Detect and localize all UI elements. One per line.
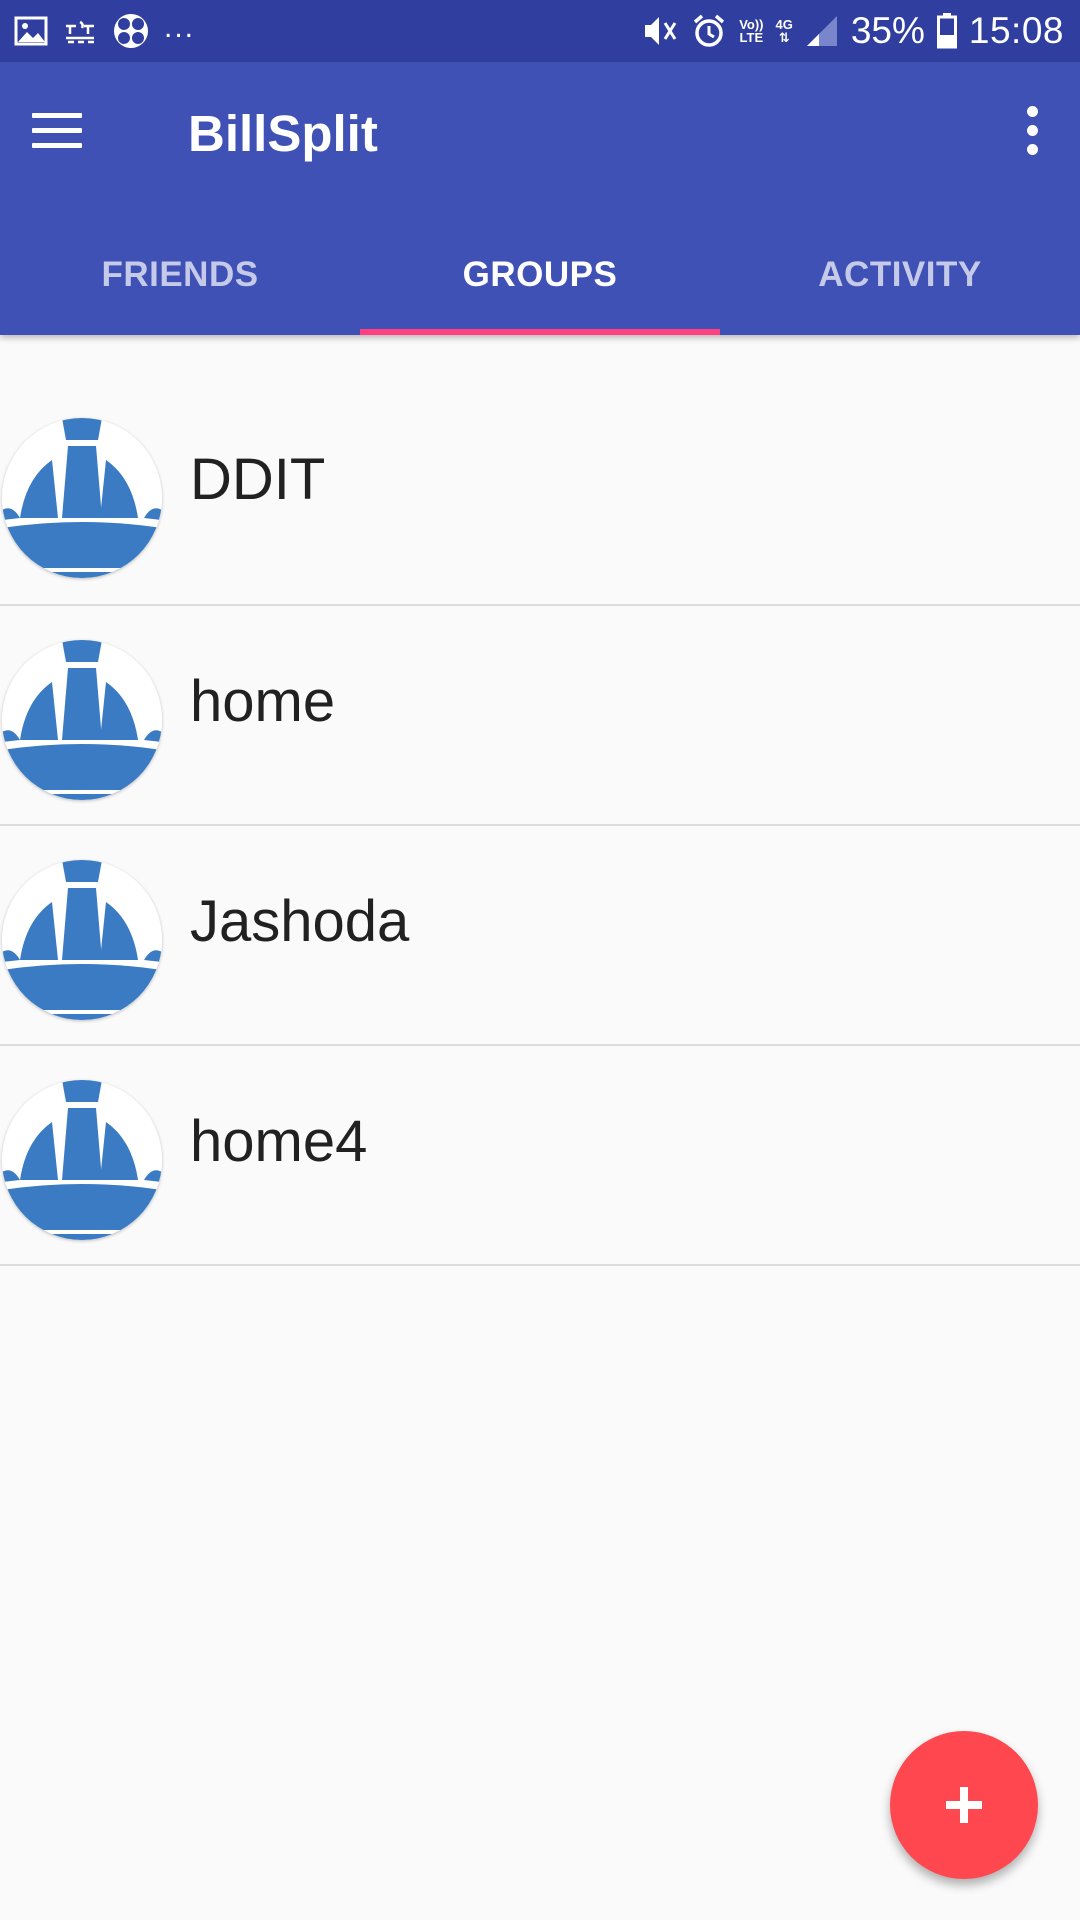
volte-bottom: LTE [739, 30, 764, 45]
group-name: DDIT [190, 447, 326, 512]
clock: 15:08 [968, 10, 1064, 51]
add-group-button[interactable] [890, 1731, 1038, 1879]
group-avatar [2, 640, 162, 800]
status-bar-right: Vo)) LTE 4G ⇅ 35% 15:08 [627, 0, 1064, 62]
group-name: home4 [190, 1109, 368, 1174]
news-app-icon [62, 16, 98, 46]
group-avatar [2, 1080, 162, 1240]
fan-icon [112, 12, 150, 50]
more-vert-icon[interactable] [1004, 98, 1060, 162]
tab-bar: FRIENDS GROUPS ACTIVITY [0, 215, 1080, 335]
add-icon [946, 1787, 982, 1823]
more-notifications-indicator: ... [164, 11, 196, 44]
network-4g-icon: 4G ⇅ [776, 18, 793, 44]
group-name: Jashoda [190, 889, 410, 954]
building-dome-icon [2, 418, 162, 578]
group-row-home4[interactable]: home4 [0, 1046, 1080, 1266]
status-bar: ... Vo)) LTE 4G ⇅ 35% 15:08 [0, 0, 1080, 62]
group-row-jashoda[interactable]: Jashoda [0, 826, 1080, 1046]
volte-icon: Vo)) LTE [739, 18, 763, 44]
battery-percent: 35% [850, 10, 925, 51]
signal-icon [805, 14, 839, 48]
group-list: DDIT home Jashoda home4 [0, 342, 1080, 1266]
data-arrows-icon: ⇅ [778, 30, 790, 45]
image-icon [14, 16, 48, 46]
group-avatar [2, 860, 162, 1020]
app-title: BillSplit [188, 105, 378, 162]
alarm-icon [691, 13, 727, 49]
group-name: home [190, 669, 336, 734]
tab-activity[interactable]: ACTIVITY [720, 215, 1080, 335]
status-bar-left: ... [14, 0, 209, 62]
mute-vibrate-icon [639, 13, 679, 49]
group-avatar [2, 418, 162, 578]
building-dome-icon [2, 640, 162, 800]
group-row-ddit[interactable]: DDIT [0, 342, 1080, 606]
building-dome-icon [2, 860, 162, 1020]
tab-friends[interactable]: FRIENDS [0, 215, 360, 335]
battery-icon [936, 13, 957, 49]
building-dome-icon [2, 1080, 162, 1240]
app-bar: BillSplit FRIENDS GROUPS ACTIVITY [0, 62, 1080, 335]
menu-icon[interactable] [32, 102, 112, 158]
tab-groups[interactable]: GROUPS [360, 215, 720, 335]
group-row-home[interactable]: home [0, 606, 1080, 826]
